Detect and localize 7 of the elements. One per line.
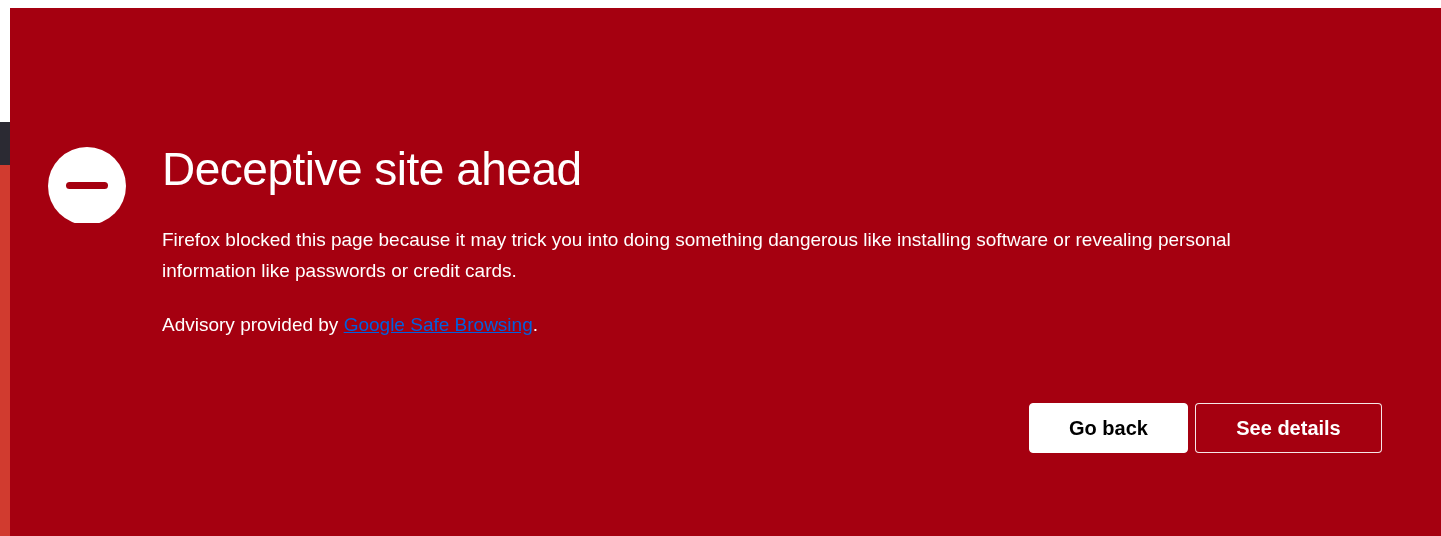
toolbar-strip [0, 122, 10, 165]
blocked-icon [48, 147, 126, 225]
see-details-button[interactable]: See details [1195, 403, 1382, 453]
advisory-text: Advisory provided by Google Safe Browsing. [162, 313, 539, 337]
go-back-button[interactable]: Go back [1029, 403, 1188, 453]
page-title: Deceptive site ahead [162, 142, 583, 197]
warning-message: Firefox blocked this page because it may trick you into doing something dangerous like installing software or revealing personal information like passwords or credit cards. [162, 228, 1232, 283]
